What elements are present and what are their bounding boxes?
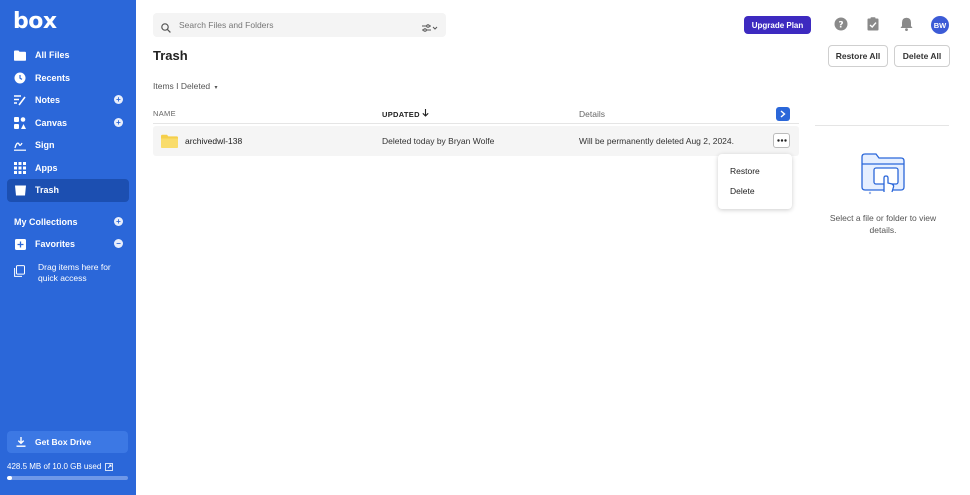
copy-icon xyxy=(14,265,26,277)
sidebar-item-label: Recents xyxy=(35,72,71,83)
sign-icon xyxy=(14,139,26,152)
menu-item-delete[interactable]: Delete xyxy=(730,186,755,196)
storage-usage-text: 428.5 MB of 10.0 GB used xyxy=(7,462,102,471)
notes-icon xyxy=(14,94,26,106)
items-filter-dropdown[interactable]: Items I Deleted ▾ xyxy=(153,81,218,91)
table-header-divider xyxy=(153,123,799,124)
apps-grid-icon xyxy=(14,161,26,174)
sidebar-item-sign[interactable]: Sign xyxy=(0,134,136,157)
sidebar: box All Files Recents Notes + Canvas + S… xyxy=(0,0,136,495)
storage-usage-fill xyxy=(7,476,13,480)
sidebar-item-notes[interactable]: Notes + xyxy=(0,89,136,112)
notifications-bell-icon[interactable] xyxy=(898,16,914,32)
sidebar-item-canvas[interactable]: Canvas + xyxy=(0,112,136,135)
folder-icon xyxy=(14,49,26,61)
search-filter-icon[interactable] xyxy=(422,20,438,32)
add-note-icon[interactable]: + xyxy=(114,95,123,104)
column-header-name[interactable]: NAME xyxy=(153,109,176,118)
page-title: Trash xyxy=(153,48,188,63)
chevron-down-icon: ▾ xyxy=(214,85,218,91)
items-filter-label: Items I Deleted xyxy=(153,81,211,91)
menu-item-restore[interactable]: Restore xyxy=(730,166,760,176)
help-icon[interactable]: ? xyxy=(833,16,849,32)
sidebar-item-label: Trash xyxy=(35,185,60,196)
details-empty-text: Select a file or folder to view details. xyxy=(829,213,937,235)
favorites-drop-hint: Drag items here for quick access xyxy=(14,262,129,284)
canvas-icon xyxy=(14,116,26,129)
drag-hint-text: Drag items here for quick access xyxy=(38,262,111,283)
sidebar-item-all-files[interactable]: All Files xyxy=(0,44,136,67)
restore-all-button[interactable]: Restore All xyxy=(828,45,888,67)
sidebar-item-label: Canvas xyxy=(35,117,68,128)
get-drive-label: Get Box Drive xyxy=(35,437,92,447)
delete-all-button[interactable]: Delete All xyxy=(894,45,950,67)
add-collection-icon[interactable]: + xyxy=(114,216,123,226)
user-avatar[interactable]: BW xyxy=(931,16,949,34)
sidebar-item-label: My Collections xyxy=(14,216,78,227)
search-icon xyxy=(161,20,171,33)
tasks-icon[interactable] xyxy=(865,16,881,32)
search-input[interactable] xyxy=(179,20,409,30)
external-link-icon[interactable] xyxy=(105,462,114,471)
column-header-updated[interactable]: UPDATED xyxy=(382,109,429,119)
details-panel-divider xyxy=(815,125,949,126)
trash-icon xyxy=(14,184,26,196)
sidebar-item-my-collections[interactable]: My Collections + xyxy=(0,211,136,234)
add-canvas-icon[interactable]: + xyxy=(114,117,123,127)
download-icon xyxy=(16,437,26,447)
chevron-right-icon xyxy=(780,110,786,118)
item-context-menu: Restore Delete xyxy=(718,154,792,209)
collapse-favorites-icon[interactable]: − xyxy=(114,239,123,248)
clock-icon xyxy=(14,72,26,84)
ellipsis-icon xyxy=(776,139,787,142)
sidebar-item-label: Notes xyxy=(35,95,61,106)
sort-descending-icon xyxy=(422,109,429,119)
more-options-button[interactable] xyxy=(773,133,790,148)
toggle-details-panel-button[interactable] xyxy=(776,107,790,121)
folder-icon xyxy=(161,134,178,148)
get-box-drive-button[interactable]: Get Box Drive xyxy=(7,431,128,453)
table-row[interactable]: archivedwl-138 Deleted today by Bryan Wo… xyxy=(153,126,799,156)
select-file-illustration-icon xyxy=(859,151,907,197)
storage-usage: 428.5 MB of 10.0 GB used xyxy=(7,462,114,471)
sidebar-item-recents[interactable]: Recents xyxy=(0,67,136,90)
favorites-icon xyxy=(14,238,26,250)
svg-text:?: ? xyxy=(838,20,843,30)
sidebar-item-label: All Files xyxy=(35,50,70,61)
upgrade-plan-button[interactable]: Upgrade Plan xyxy=(744,16,811,34)
sidebar-item-favorites[interactable]: Favorites − xyxy=(0,233,136,256)
sidebar-item-trash[interactable]: Trash xyxy=(7,179,129,202)
box-logo[interactable]: box xyxy=(13,9,57,34)
search-bar xyxy=(153,13,446,37)
sidebar-item-label: Favorites xyxy=(35,239,76,250)
sidebar-item-apps[interactable]: Apps xyxy=(0,157,136,180)
item-name[interactable]: archivedwl-138 xyxy=(185,136,242,146)
storage-usage-bar xyxy=(7,476,128,480)
item-updated: Deleted today by Bryan Wolfe xyxy=(382,136,495,146)
sidebar-item-label: Apps xyxy=(35,162,58,173)
sidebar-item-label: Sign xyxy=(35,140,55,151)
column-header-label: UPDATED xyxy=(382,110,420,119)
sidebar-nav: All Files Recents Notes + Canvas + Sign … xyxy=(0,44,136,256)
column-header-details: Details xyxy=(579,109,605,119)
item-details: Will be permanently deleted Aug 2, 2024. xyxy=(579,136,734,146)
